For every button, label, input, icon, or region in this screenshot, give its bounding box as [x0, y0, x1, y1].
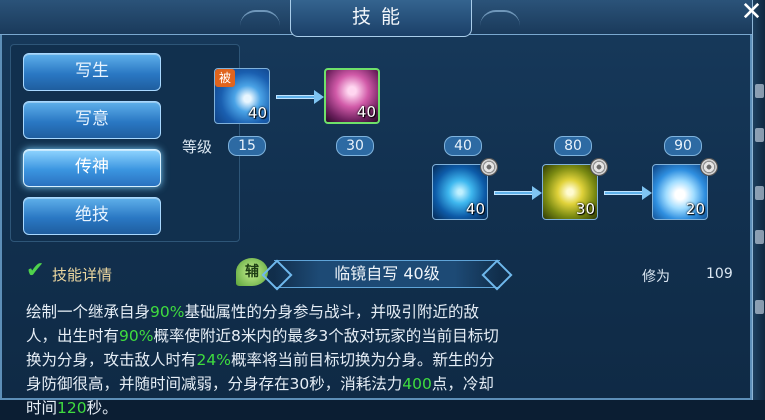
close-button[interactable]: ✕ [738, 0, 765, 26]
skill-node-blue-figure[interactable]: 40 [432, 164, 488, 220]
window-title: 技能 [290, 0, 472, 37]
detail-header: 技能详情 [52, 266, 113, 284]
category-button-xiesheng[interactable]: 写生 [23, 53, 161, 91]
highlight-value: 90% [119, 327, 154, 345]
skill-node-yellow-crystal[interactable]: 30 [542, 164, 598, 220]
skill-level: 40 [465, 200, 485, 218]
skill-node-cloud[interactable]: 20 [652, 164, 708, 220]
skill-node-fairy-portrait[interactable]: 40 [324, 68, 380, 124]
category-button-jueji[interactable]: 绝技 [23, 197, 161, 235]
spiral-icon [700, 158, 718, 176]
cultivation-label: 修为 [642, 269, 670, 285]
highlight-value: 400 [402, 375, 432, 393]
skill-name: 临镜自写 40级 [274, 260, 500, 288]
required-level: 30 [336, 136, 374, 156]
highlight-value: 120 [57, 399, 87, 417]
skill-level: 20 [685, 200, 705, 218]
required-level: 40 [444, 136, 482, 156]
skill-level: 30 [575, 200, 595, 218]
required-level: 15 [228, 136, 266, 156]
cultivation-value: 109 [706, 266, 733, 282]
highlight-value: 24% [196, 351, 231, 369]
arrow-icon [276, 90, 324, 104]
category-button-chuanshen[interactable]: 传神 [23, 149, 161, 187]
passive-badge: 被 [215, 69, 235, 87]
highlight-value: 90% [150, 303, 185, 321]
required-level: 80 [554, 136, 592, 156]
spiral-icon [480, 158, 498, 176]
skill-level: 40 [356, 103, 376, 121]
spiral-icon [590, 158, 608, 176]
skill-tree: 被 40 40 等级 15 30 40 80 90 40 30 20 [182, 44, 744, 240]
grade-label: 等级 [182, 138, 213, 156]
skill-level: 40 [247, 104, 267, 122]
skill-node-water-wave[interactable]: 被 40 [214, 68, 270, 124]
arrow-icon [604, 186, 652, 200]
description-text: 绘制一个继承自身 [26, 303, 151, 321]
skill-description: 绘制一个继承自身90%基础属性的分身参与战斗，并吸引附近的敌人，出生时有90%概… [26, 300, 500, 420]
description-text: 秒。 [86, 399, 118, 417]
checkmark-icon: ✔ [26, 258, 45, 283]
required-level: 90 [664, 136, 702, 156]
background-window-edge [752, 0, 765, 400]
arrow-icon [494, 186, 542, 200]
category-button-xieyi[interactable]: 写意 [23, 101, 161, 139]
